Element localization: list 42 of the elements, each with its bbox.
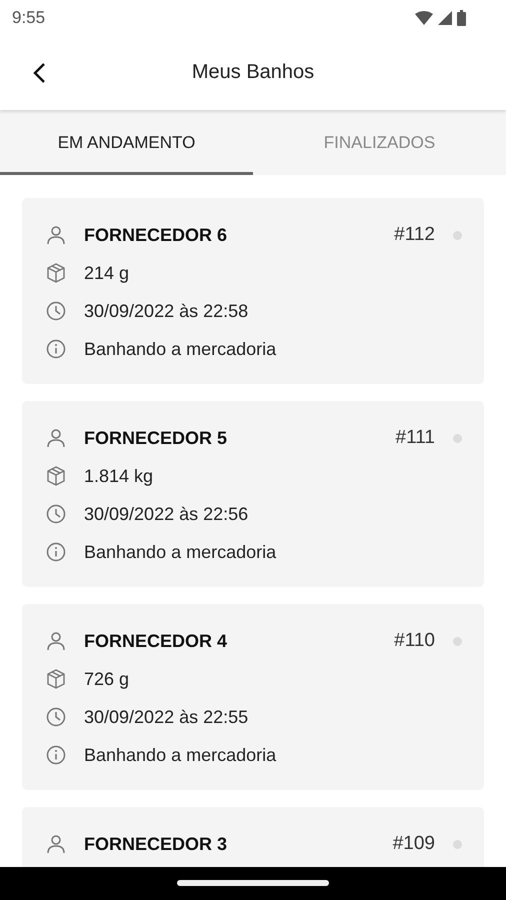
person-icon bbox=[46, 631, 66, 652]
supplier-name: FORNECEDOR 5 bbox=[84, 428, 228, 449]
person-icon bbox=[46, 225, 66, 246]
date-time-text: 30/09/2022 às 22:58 bbox=[84, 300, 248, 322]
supplier-name: FORNECEDOR 3 bbox=[84, 834, 228, 855]
box-icon bbox=[46, 669, 66, 690]
order-number: #112 bbox=[394, 224, 435, 246]
signal-icon bbox=[438, 10, 452, 25]
date-time-text: 30/09/2022 às 22:55 bbox=[84, 706, 248, 728]
clock-icon bbox=[46, 504, 66, 524]
screen-title: Meus Banhos bbox=[192, 61, 314, 84]
supplier-name: FORNECEDOR 4 bbox=[84, 630, 228, 652]
status-time: 9:55 bbox=[12, 8, 46, 28]
weight-text: 726 g bbox=[84, 668, 130, 690]
person-icon bbox=[46, 834, 66, 854]
status-dot-icon bbox=[453, 636, 462, 646]
order-number: #109 bbox=[392, 833, 435, 856]
status-text: Banhando a mercadoria bbox=[84, 542, 276, 563]
tab[interactable]: EM ANDAMENTO bbox=[0, 110, 253, 176]
battery-icon bbox=[457, 10, 466, 26]
status-dot-icon bbox=[453, 434, 462, 443]
order-number: #111 bbox=[396, 427, 435, 450]
status-dot-icon bbox=[453, 230, 462, 240]
order-number: #110 bbox=[394, 630, 435, 652]
clock-icon bbox=[46, 707, 66, 728]
weight-text: 214 g bbox=[84, 262, 130, 284]
supplier-name: FORNECEDOR 6 bbox=[84, 224, 228, 246]
info-icon bbox=[46, 745, 66, 766]
box-icon bbox=[46, 263, 66, 284]
wifi-icon bbox=[415, 10, 433, 25]
home-indicator[interactable] bbox=[177, 880, 329, 886]
info-icon bbox=[46, 339, 66, 360]
box-icon bbox=[46, 466, 66, 486]
info-icon bbox=[46, 542, 66, 562]
clock-icon bbox=[46, 301, 66, 322]
status-text: Banhando a mercadoria bbox=[84, 338, 276, 360]
status-dot-icon bbox=[453, 840, 462, 849]
person-icon bbox=[46, 428, 66, 448]
weight-text: 1.814 kg bbox=[84, 466, 154, 487]
back-icon bbox=[32, 62, 46, 84]
date-time-text: 30/09/2022 às 22:56 bbox=[84, 504, 248, 525]
status-text: Banhando a mercadoria bbox=[84, 744, 276, 766]
